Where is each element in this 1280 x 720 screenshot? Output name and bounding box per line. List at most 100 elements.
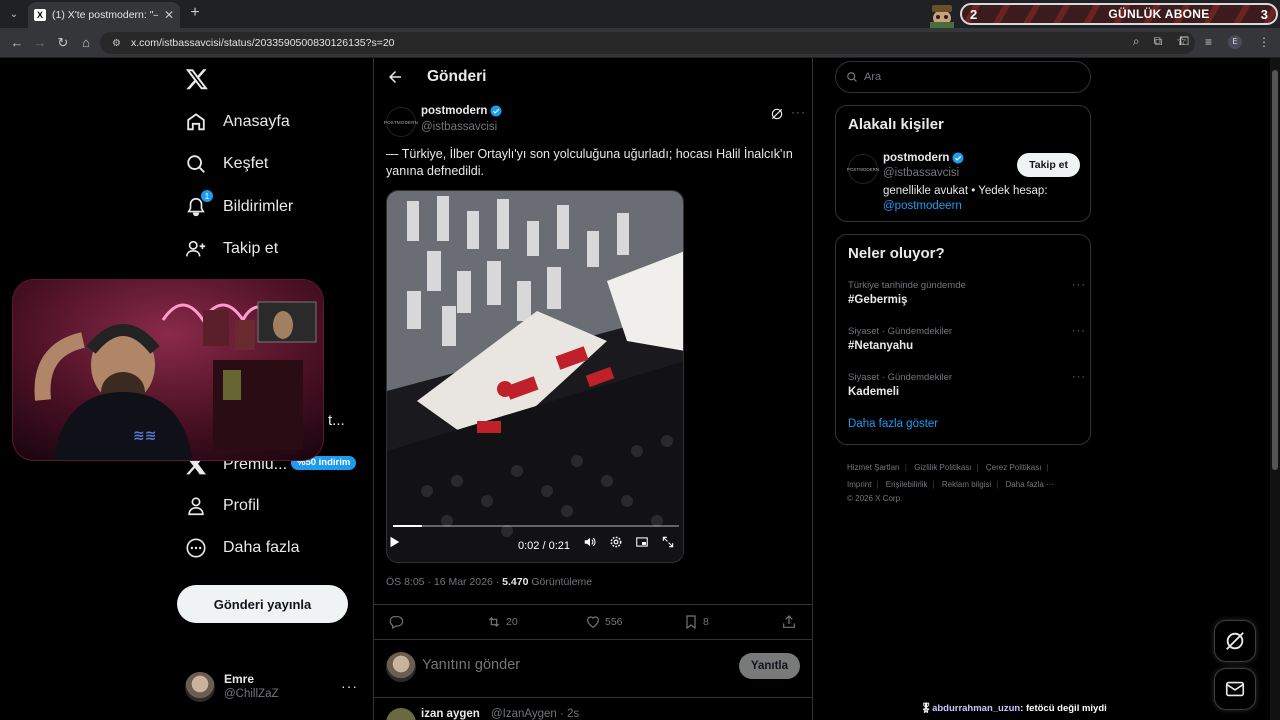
picture-in-picture-icon[interactable] [635, 535, 649, 549]
site-info-icon[interactable]: ⚙ [112, 38, 121, 49]
tweet-timestamp[interactable]: ÖS 8:05 · 16 Mar 2026 · [386, 576, 502, 588]
home-icon[interactable]: ⌂ [77, 34, 95, 52]
footer-link[interactable]: Çerez Politikası [986, 463, 1042, 472]
next-reply-tweet[interactable]: izan aygen @IzanAygen · 2s [386, 706, 806, 720]
footer-link[interactable]: Erişilebilirlik [886, 480, 928, 489]
profile-avatar[interactable]: E [1228, 34, 1242, 49]
trends-card: Neler oluyor? Türkiye tarihinde gündemde… [835, 234, 1091, 445]
x-favicon-icon: X [34, 9, 46, 21]
grok-icon[interactable] [770, 107, 784, 121]
settings-gear-icon[interactable] [609, 535, 623, 549]
more-icon[interactable]: ··· [791, 105, 806, 119]
video-time: 0:02 / 0:21 [518, 540, 570, 552]
play-icon[interactable] [387, 535, 401, 549]
install-app-icon[interactable]: ⧉ [1154, 34, 1163, 49]
sidebar-item-label: Daha fazla [223, 539, 300, 556]
extensions-icon[interactable]: ⧠ [1179, 34, 1189, 49]
reply-button[interactable] [388, 614, 404, 630]
avatar[interactable]: POSTMODERN [847, 154, 879, 184]
grok-button[interactable] [1214, 620, 1256, 662]
retweet-count: 20 [506, 616, 518, 628]
more-circle-icon [186, 538, 206, 558]
tweet-video[interactable]: 0:02 / 0:21 [386, 190, 684, 563]
url-field[interactable]: ⚙ x.com/istbassavcisi/status/20335905008… [100, 32, 1195, 54]
footer-link[interactable]: Hizmet Şartları [847, 463, 900, 472]
sidebar-item-explore[interactable]: Keşfet [185, 146, 268, 182]
sidebar-item-more[interactable]: Daha fazla [185, 530, 300, 566]
streamer-webcam: ≋≋ [12, 279, 324, 461]
person-icon [188, 497, 204, 516]
tweet-author-handle[interactable]: @istbassavcisi [421, 121, 497, 133]
bookmark-icon [686, 615, 696, 630]
volume-icon[interactable] [583, 535, 597, 549]
back-arrow-icon[interactable] [386, 68, 404, 86]
notification-count-badge: 1 [201, 190, 213, 202]
browser-menu-icon[interactable]: ⋮ [1258, 35, 1270, 49]
reply-submit-button[interactable]: Yanıtla [738, 653, 800, 679]
verified-badge-icon [490, 105, 502, 117]
new-tab-icon[interactable]: + [186, 4, 204, 22]
search-input[interactable] [864, 71, 1064, 83]
video-frame [387, 191, 683, 562]
card-title: Alakalı kişiler [848, 116, 944, 133]
footer-link[interactable]: Gizlilik Politikası [914, 463, 971, 472]
footer-link[interactable]: Imprint [847, 480, 871, 489]
sidebar-item-follow[interactable]: Takip et [185, 231, 278, 267]
tab-close-icon[interactable]: ✕ [164, 8, 174, 22]
related-user-handle[interactable]: @istbassavcisi [883, 167, 959, 179]
avatar[interactable]: POSTMODERN [384, 107, 418, 137]
video-progress-bar[interactable] [393, 525, 679, 527]
copyright: © 2026 X Corp. [847, 494, 903, 503]
follow-button[interactable]: Takip et [1017, 153, 1080, 177]
trend-name: Kademeli [848, 386, 900, 398]
scrollbar-thumb[interactable] [1272, 70, 1278, 470]
post-button[interactable]: Gönderi yayınla [177, 585, 348, 623]
tweet-text: — Türkiye, İlber Ortaylı'yı son yolculuğ… [386, 147, 793, 178]
add-person-icon [186, 240, 206, 257]
tab-search-icon[interactable]: ⌄ [4, 4, 24, 24]
stream-chat-message: 🎖abdurrahman_uzun: fetöcü değil miydi [920, 703, 1107, 714]
more-icon[interactable]: ··· [1072, 279, 1086, 291]
share-button[interactable] [781, 614, 797, 630]
forward-icon[interactable]: → [31, 34, 49, 52]
bio-link[interactable]: @postmodeern [883, 200, 962, 212]
author-name-text: postmodern [421, 105, 488, 117]
more-icon[interactable]: ··· [1072, 371, 1086, 383]
zoom-icon[interactable]: ⌕ [1133, 34, 1140, 49]
sidebar-item-home[interactable]: Anasayfa [185, 104, 290, 140]
fullscreen-icon[interactable] [661, 535, 675, 549]
more-icon[interactable]: ··· [341, 678, 358, 694]
chat-text: : fetöcü değil miydi [1020, 703, 1107, 714]
tweet-actions: 20 556 8 [374, 604, 812, 640]
sidebar-item-profile[interactable]: Profil [185, 488, 259, 524]
sidebar-item-label: Profil [223, 497, 260, 514]
search-icon [847, 72, 857, 82]
trend-item[interactable]: Siyaset · Gündemdekiler Kademeli ··· [848, 371, 1085, 401]
bookmark-button[interactable]: 8 [683, 614, 709, 630]
x-logo-icon[interactable] [185, 67, 209, 91]
account-switcher[interactable]: Emre @ChillZaZ ··· [185, 670, 360, 704]
related-user-name[interactable]: postmodern [883, 152, 964, 164]
share-icon [783, 615, 795, 628]
messages-button[interactable] [1214, 668, 1256, 710]
back-icon[interactable]: ← [8, 34, 26, 52]
sidebar-item-label: Anasayfa [223, 113, 290, 130]
media-icon[interactable]: ≡ [1205, 35, 1212, 49]
trend-item[interactable]: Türkiye tarihinde gündemde #Gebermiş ··· [848, 279, 1085, 309]
trend-item[interactable]: Siyaset · Gündemdekiler #Netanyahu ··· [848, 325, 1085, 355]
show-more-link[interactable]: Daha fazla göster [848, 418, 938, 430]
footer-links: Hizmet Şartları | Gizlilik Politikası | Çe… [847, 463, 1054, 503]
tweet-author-name[interactable]: postmodern [421, 105, 502, 117]
sidebar-item-notifications[interactable]: 1 Bildirimler [185, 189, 293, 225]
sidebar-item-label: Bildirimler [223, 198, 294, 215]
reply-input[interactable] [422, 657, 722, 673]
scrollbar[interactable] [1270, 58, 1280, 720]
more-icon[interactable]: ··· [1072, 325, 1086, 337]
retweet-button[interactable]: 20 [486, 614, 518, 630]
like-button[interactable]: 556 [585, 614, 623, 630]
browser-tab[interactable]: X (1) X'te postmodern: "— Türkiye ✕ [28, 2, 180, 28]
mail-icon [1225, 681, 1245, 697]
footer-link[interactable]: Reklam bilgisi [942, 480, 991, 489]
reload-icon[interactable]: ↻ [54, 34, 72, 52]
footer-link[interactable]: Daha fazla ··· [1006, 480, 1054, 489]
